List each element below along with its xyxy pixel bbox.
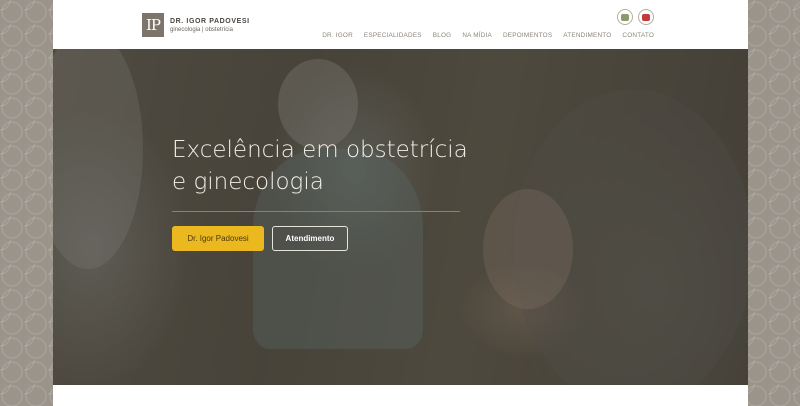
instagram-icon[interactable] (617, 9, 633, 25)
logo-mark: IP (142, 13, 164, 37)
hero-divider (172, 211, 460, 212)
page-container: IP DR. IGOR PADOVESI ginecologia | obste… (53, 0, 748, 406)
nav-item-depoimentos[interactable]: DEPOIMENTOS (503, 32, 552, 39)
hero-buttons: Dr. Igor Padovesi Atendimento (172, 226, 492, 251)
nav-item-atendimento[interactable]: ATENDIMENTO (563, 32, 611, 39)
brand-name: DR. IGOR PADOVESI (170, 17, 250, 25)
youtube-icon[interactable] (638, 9, 654, 25)
nav-item-blog[interactable]: BLOG (433, 32, 452, 39)
logo[interactable]: IP DR. IGOR PADOVESI ginecologia | obste… (142, 13, 250, 37)
dr-igor-button[interactable]: Dr. Igor Padovesi (172, 226, 264, 251)
hero-banner: Excelência em obstetrícia e ginecologia … (53, 49, 748, 385)
content-area (53, 385, 748, 406)
main-nav: DR. IGOR ESPECIALIDADES BLOG NA MÍDIA DE… (322, 32, 654, 39)
social-links (617, 9, 654, 25)
site-header: IP DR. IGOR PADOVESI ginecologia | obste… (53, 0, 748, 49)
background-pattern-left (0, 0, 53, 406)
hero-content: Excelência em obstetrícia e ginecologia … (172, 134, 492, 251)
nav-item-contato[interactable]: CONTATO (622, 32, 654, 39)
nav-item-dr-igor[interactable]: DR. IGOR (322, 32, 353, 39)
hero-title-line2: e ginecologia (172, 169, 324, 195)
hero-title-line1: Excelência em obstetrícia (172, 137, 468, 163)
nav-item-especialidades[interactable]: ESPECIALIDADES (364, 32, 422, 39)
background-pattern-right (748, 0, 800, 406)
nav-item-na-midia[interactable]: NA MÍDIA (462, 32, 492, 39)
logo-text: DR. IGOR PADOVESI ginecologia | obstetrí… (170, 18, 250, 33)
brand-tagline: ginecologia | obstetrícia (170, 26, 233, 33)
atendimento-button[interactable]: Atendimento (272, 226, 348, 251)
hero-title: Excelência em obstetrícia e ginecologia (172, 134, 492, 198)
